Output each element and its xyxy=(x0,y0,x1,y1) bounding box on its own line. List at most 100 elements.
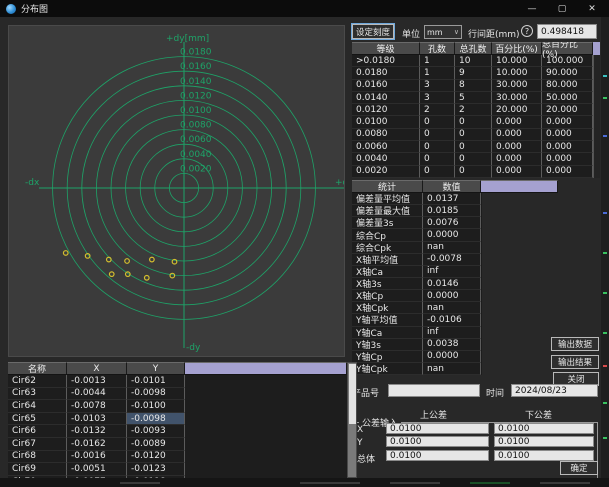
table-cell[interactable]: -0.0016 xyxy=(67,451,127,464)
table-cell[interactable]: 20.000 xyxy=(542,104,593,116)
stats-row[interactable]: Y轴Cpknan xyxy=(352,363,482,375)
data-point[interactable] xyxy=(125,259,130,264)
ok-button[interactable]: 确定 xyxy=(560,461,598,475)
stats-row[interactable]: X轴3s0.0146 xyxy=(352,278,482,290)
table-cell[interactable]: X轴3s xyxy=(352,278,423,290)
tolerance-总体-upper-input[interactable] xyxy=(386,450,489,461)
table-cell[interactable]: -0.0103 xyxy=(67,413,127,426)
table-cell[interactable]: 100.000 xyxy=(542,55,593,67)
table-cell[interactable]: inf xyxy=(423,327,481,339)
table-cell[interactable]: 0 xyxy=(455,153,492,165)
table-cell[interactable]: 偏差量平均值 xyxy=(352,193,423,205)
stats-row[interactable]: X轴Cp0.0000 xyxy=(352,290,482,302)
table-cell[interactable]: 0.000 xyxy=(492,129,542,141)
stats-row[interactable]: 偏差量平均值0.0137 xyxy=(352,193,482,205)
grade-table-scrollbar[interactable] xyxy=(593,42,600,55)
table-cell[interactable]: 0.0140 xyxy=(352,92,420,104)
export-data-button[interactable]: 输出数据 xyxy=(551,337,599,351)
table-cell[interactable]: Cir64 xyxy=(8,400,67,413)
grade-header-row[interactable]: 等级孔数总孔数百分比(%)总百分比(%) xyxy=(352,42,593,55)
product-input[interactable] xyxy=(388,384,480,397)
row-spacing-input[interactable] xyxy=(537,24,597,39)
stats-row[interactable]: Y轴Cainf xyxy=(352,327,482,339)
table-cell[interactable]: 0.0000 xyxy=(423,351,481,363)
stats-row[interactable]: Y轴Cp0.0000 xyxy=(352,351,482,363)
table-cell[interactable]: Y轴平均值 xyxy=(352,314,423,326)
tolerance-总体-lower-input[interactable] xyxy=(494,450,594,461)
tolerance-Y-lower-input[interactable] xyxy=(494,436,594,447)
table-cell[interactable]: 1 xyxy=(420,55,455,67)
table-cell[interactable]: 综合Cp xyxy=(352,229,423,241)
table-cell[interactable]: Y轴Cpk xyxy=(352,363,423,375)
table-cell[interactable]: 0.0080 xyxy=(352,129,420,141)
table-cell[interactable]: -0.0078 xyxy=(423,254,481,266)
table-cell[interactable]: X轴Ca xyxy=(352,266,423,278)
table-cell[interactable]: -0.0078 xyxy=(67,400,127,413)
grade-row[interactable]: >0.018011010.000100.000 xyxy=(352,55,593,67)
points-row[interactable]: Cir68-0.0016-0.0120 xyxy=(8,451,186,464)
stats-row[interactable]: 综合Cpknan xyxy=(352,242,482,254)
tolerance-X-lower-input[interactable] xyxy=(494,423,594,434)
table-cell[interactable]: -0.0051 xyxy=(67,463,127,476)
grade-row[interactable]: 0.0100000.0000.000 xyxy=(352,116,593,128)
table-cell[interactable]: 8 xyxy=(455,80,492,92)
table-cell[interactable]: 0.0020 xyxy=(352,166,420,178)
data-point[interactable] xyxy=(107,257,112,262)
table-cell[interactable]: -0.0013 xyxy=(67,375,127,388)
grade-table-scroll-track[interactable] xyxy=(593,55,600,178)
table-cell[interactable]: 0.0180 xyxy=(352,67,420,79)
table-cell[interactable]: 0.000 xyxy=(492,153,542,165)
table-cell[interactable]: -0.0044 xyxy=(67,388,127,401)
table-cell[interactable]: 综合Cpk xyxy=(352,242,423,254)
table-cell[interactable]: 0.0038 xyxy=(423,339,481,351)
stats-row[interactable]: X轴Cainf xyxy=(352,266,482,278)
grade-row[interactable]: 0.01403530.00050.000 xyxy=(352,92,593,104)
data-point[interactable] xyxy=(150,257,155,262)
table-cell[interactable]: -0.0162 xyxy=(67,438,127,451)
table-cell[interactable]: Cir69 xyxy=(8,463,67,476)
time-input[interactable] xyxy=(511,384,598,397)
table-cell[interactable]: 0.000 xyxy=(542,166,593,178)
table-cell[interactable]: 2 xyxy=(420,104,455,116)
points-row[interactable]: Cir66-0.0132-0.0093 xyxy=(8,425,186,438)
table-cell[interactable]: 10 xyxy=(455,55,492,67)
table-cell[interactable]: 80.000 xyxy=(542,80,593,92)
table-cell[interactable]: 0 xyxy=(420,116,455,128)
stats-row[interactable]: X轴平均值-0.0078 xyxy=(352,254,482,266)
table-cell[interactable]: -0.0098 xyxy=(127,413,185,426)
table-cell[interactable]: -0.0120 xyxy=(127,451,185,464)
table-cell[interactable]: 0 xyxy=(420,153,455,165)
table-cell[interactable]: 50.000 xyxy=(542,92,593,104)
grade-row[interactable]: 0.0080000.0000.000 xyxy=(352,129,593,141)
stats-row[interactable]: Y轴平均值-0.0106 xyxy=(352,314,482,326)
table-cell[interactable]: 30.000 xyxy=(492,80,542,92)
table-cell[interactable]: 10.000 xyxy=(492,55,542,67)
tolerance-Y-upper-input[interactable] xyxy=(386,436,489,447)
points-table-scroll-track[interactable] xyxy=(347,362,357,478)
table-cell[interactable]: 偏差量3s xyxy=(352,217,423,229)
stats-row[interactable]: X轴Cpknan xyxy=(352,302,482,314)
data-point[interactable] xyxy=(109,272,114,277)
table-cell[interactable]: 偏差量最大值 xyxy=(352,205,423,217)
stats-header-row[interactable]: 统计数值 xyxy=(352,180,558,193)
table-cell[interactable]: 0.000 xyxy=(542,129,593,141)
table-cell[interactable]: 30.000 xyxy=(492,92,542,104)
points-row[interactable]: Cir63-0.0044-0.0098 xyxy=(8,388,186,401)
stats-row[interactable]: Y轴3s0.0038 xyxy=(352,339,482,351)
table-cell[interactable]: nan xyxy=(423,363,481,375)
table-cell[interactable]: 3 xyxy=(420,80,455,92)
points-header-row[interactable]: 名称XY xyxy=(8,362,348,375)
table-cell[interactable]: 0 xyxy=(455,116,492,128)
table-cell[interactable]: 2 xyxy=(455,104,492,116)
maximize-button[interactable]: ▢ xyxy=(547,0,577,17)
table-cell[interactable]: 1 xyxy=(420,67,455,79)
table-cell[interactable]: 0.0000 xyxy=(423,290,481,302)
table-cell[interactable]: 0.0160 xyxy=(352,80,420,92)
grade-row[interactable]: 0.01603830.00080.000 xyxy=(352,80,593,92)
help-icon[interactable]: ? xyxy=(521,25,533,37)
data-point[interactable] xyxy=(63,251,68,256)
table-cell[interactable]: -0.0106 xyxy=(423,314,481,326)
table-cell[interactable]: Cir65 xyxy=(8,413,67,426)
grade-row[interactable]: 0.0060000.0000.000 xyxy=(352,141,593,153)
table-cell[interactable]: 20.000 xyxy=(492,104,542,116)
